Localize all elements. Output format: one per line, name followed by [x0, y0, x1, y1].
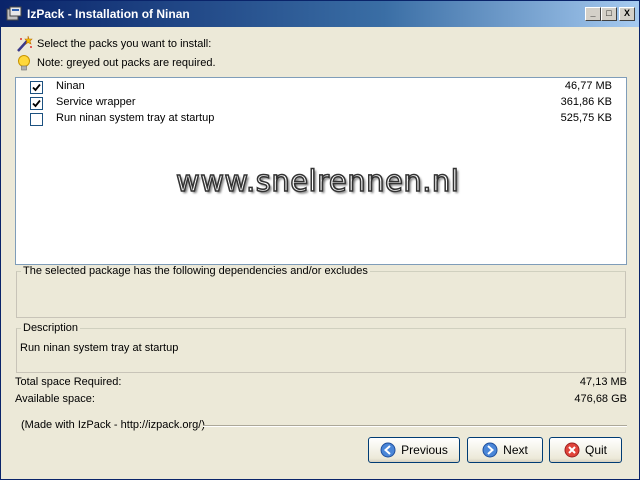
next-button-label: Next [503, 443, 528, 457]
arrow-right-icon [482, 442, 498, 458]
description-panel: Description Run ninan system tray at sta… [16, 322, 626, 373]
pack-checkbox-system-tray[interactable] [30, 113, 43, 126]
check-icon [32, 83, 41, 92]
space-required-label: Total space Required: [15, 376, 122, 388]
arrow-left-icon [380, 442, 396, 458]
pack-size: 46,77 MB [564, 80, 612, 92]
pack-name: Run ninan system tray at startup [56, 112, 215, 124]
next-button[interactable]: Next [467, 437, 543, 463]
space-available-label: Available space: [15, 393, 95, 405]
watermark-text: www.snelrennen.nl [175, 163, 460, 199]
space-available-value: 476,68 GB [574, 393, 627, 405]
footer-divider [203, 425, 627, 427]
pack-size: 361,86 KB [560, 96, 612, 108]
pack-row-service-wrapper[interactable]: Service wrapper 361,86 KB [16, 95, 626, 111]
close-button[interactable]: X [619, 7, 635, 21]
cancel-icon [564, 442, 580, 458]
description-text: Run ninan system tray at startup [20, 342, 179, 354]
lightbulb-icon [18, 55, 30, 71]
quit-button[interactable]: Quit [549, 437, 622, 463]
installer-window: IzPack - Installation of Ninan _ □ X Sel… [0, 0, 640, 480]
pack-size: 525,75 KB [560, 112, 612, 124]
description-legend: Description [21, 322, 81, 334]
note-hint: Note: greyed out packs are required. [15, 54, 216, 72]
pack-name: Service wrapper [56, 96, 136, 108]
window-title: IzPack - Installation of Ninan [27, 7, 190, 21]
space-required-row: Total space Required: 47,13 MB [15, 376, 627, 392]
previous-button[interactable]: Previous [368, 437, 460, 463]
select-hint-text: Select the packs you want to install: [37, 38, 212, 50]
previous-button-label: Previous [401, 443, 448, 457]
title-bar[interactable]: IzPack - Installation of Ninan _ □ X [1, 1, 639, 27]
maximize-button[interactable]: □ [601, 7, 617, 21]
select-hint: Select the packs you want to install: [15, 35, 211, 53]
dependencies-legend: The selected package has the following d… [21, 265, 370, 277]
dependencies-panel: The selected package has the following d… [16, 265, 626, 318]
check-icon [32, 99, 41, 108]
pack-checkbox-ninan[interactable] [30, 81, 43, 94]
izpack-app-icon [6, 6, 22, 22]
pack-name: Ninan [56, 80, 85, 92]
pack-row-system-tray[interactable]: Run ninan system tray at startup 525,75 … [16, 111, 626, 127]
pack-row-ninan[interactable]: Ninan 46,77 MB [16, 79, 626, 95]
minimize-button[interactable]: _ [585, 7, 601, 21]
made-with-text: (Made with IzPack - http://izpack.org/) [21, 419, 206, 431]
space-required-value: 47,13 MB [579, 376, 627, 388]
space-available-row: Available space: 476,68 GB [15, 393, 627, 409]
note-hint-text: Note: greyed out packs are required. [37, 57, 216, 69]
pack-checkbox-service-wrapper[interactable] [30, 97, 43, 110]
magic-wand-icon [17, 35, 33, 52]
quit-button-label: Quit [584, 443, 607, 457]
